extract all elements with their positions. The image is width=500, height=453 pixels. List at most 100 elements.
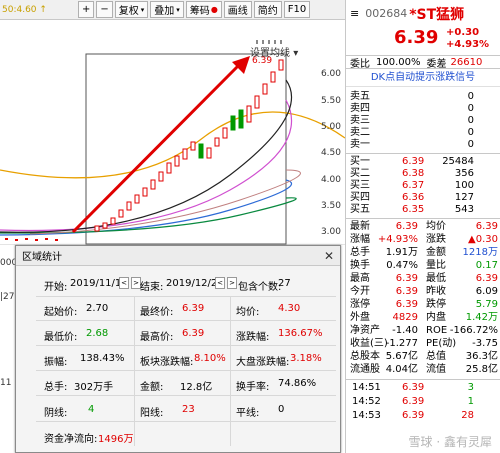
quote-label: 换手	[350, 260, 370, 271]
bottom-dashes	[5, 238, 58, 241]
quote-label: 均价	[426, 221, 446, 232]
buy-book: 买一 6.39 25484 买二 6.38 356 买三 6.37 100 买四 6.36 127 买五…	[346, 156, 500, 216]
stat-label: 最高价:	[140, 332, 174, 343]
quote-row: 涨停 6.39 跌停 5.79	[346, 299, 500, 312]
count-value: 27	[278, 278, 291, 289]
stat-label: 最低价:	[44, 332, 78, 343]
quote-value: 0.17	[475, 260, 498, 271]
chevron-left-icon[interactable]: <	[119, 277, 129, 289]
zoom-in-button[interactable]: +	[78, 1, 95, 18]
quote-value: 5.67亿	[385, 351, 418, 362]
count-label: 包含个数:	[238, 282, 282, 293]
tick-volume: 3	[467, 382, 474, 393]
chips-button[interactable]: 筹码 ●	[185, 1, 222, 18]
y-label-350: 3.50	[320, 201, 341, 211]
book-price: 6.38	[402, 168, 425, 179]
quote-label: 金额	[426, 247, 446, 258]
quote-label: 总手	[350, 247, 370, 258]
chevron-down-icon: ▾	[140, 5, 145, 14]
menu-icon[interactable]: ≡	[350, 7, 359, 20]
stat-label: 起始价:	[44, 307, 78, 318]
quote-label: ROE	[426, 325, 448, 336]
restore-right-button[interactable]: 复权 ▾	[114, 1, 149, 18]
quote-row: 换手 0.47% 量比 0.17	[346, 260, 500, 273]
quote-row: 外盘 4829 内盘 1.42万	[346, 312, 500, 325]
sell-book: 卖五 0 卖四 0 卖三 0 卖二 0 卖一 0	[346, 91, 500, 151]
order-book-row: 买四 6.36 127	[346, 192, 500, 204]
kline-chart[interactable]: 设置均线 ▾ 6.39 6.00 5.50 5.00 4.50 4.00 3.5…	[0, 20, 345, 245]
start-date-stepper[interactable]: < >	[117, 277, 141, 289]
stat-value: 12.8亿	[180, 382, 213, 393]
signal-banner[interactable]: DK点自动提示涨跌信号	[346, 71, 500, 87]
quote-value: 4829	[392, 312, 418, 323]
quote-label: 流通股	[350, 364, 380, 375]
stat-value: 6.39	[182, 328, 205, 339]
quote-value: 36.3亿	[465, 351, 498, 362]
ma-legend: 50:4.60 ↑	[2, 4, 47, 15]
book-volume: 25484	[442, 156, 474, 167]
chevron-down-icon: ▾	[293, 48, 299, 59]
y-label-600: 6.00	[320, 69, 341, 79]
order-ratio-row: 委比 100.00% 委差 26610	[346, 55, 500, 70]
tick-price: 6.39	[402, 382, 425, 393]
quote-value: 6.39	[395, 286, 418, 297]
order-book-row: 买二 6.38 356	[346, 168, 500, 180]
quote-value: ▲0.30	[468, 234, 498, 245]
stat-value: 2.70	[86, 303, 109, 314]
book-level-label: 买三	[350, 180, 370, 191]
book-volume: 100	[454, 180, 474, 191]
quote-label: 今开	[350, 286, 370, 297]
book-level-label: 买二	[350, 168, 370, 179]
quote-value: 4.04亿	[385, 364, 418, 375]
end-date-stepper[interactable]: < >	[213, 277, 237, 289]
quote-label: 涨跌	[426, 234, 446, 245]
end-label: 结束:	[140, 282, 164, 293]
book-volume: 356	[454, 168, 474, 179]
quote-row: 今开 6.39 昨收 6.09	[346, 286, 500, 299]
stat-value: 4	[88, 404, 95, 415]
overlay-button[interactable]: 叠加 ▾	[150, 1, 184, 18]
y-label-300: 3.00	[320, 227, 341, 237]
tick-row: 14:53 6.39 28	[346, 410, 500, 424]
start-label: 开始:	[44, 282, 68, 293]
tick-volume: 28	[461, 410, 474, 421]
close-icon[interactable]: ✕	[324, 249, 334, 263]
dialog-title: 区域统计	[22, 252, 62, 263]
stat-value: 138.43%	[80, 353, 125, 364]
quote-value: 6.39	[395, 221, 418, 232]
book-price: 6.39	[402, 156, 425, 167]
chevron-left-icon[interactable]: <	[215, 277, 225, 289]
order-book-row: 买三 6.37 100	[346, 180, 500, 192]
zoom-out-button[interactable]: −	[96, 1, 113, 18]
quote-label: 涨幅	[350, 234, 370, 245]
y-label-500: 5.00	[320, 122, 341, 132]
tick-list: 14:51 6.39 3 14:52 6.39 1 14:53 6.39 28	[346, 382, 500, 424]
stock-name: *ST猛狮	[409, 6, 465, 23]
order-book-row: 卖一 0	[346, 139, 500, 151]
trend-arrow-line	[71, 64, 240, 234]
book-level-label: 卖四	[350, 103, 370, 114]
draw-line-button[interactable]: 画线	[223, 1, 252, 18]
stat-label: 资金净流向:	[44, 434, 98, 445]
stat-label: 阴线:	[44, 408, 68, 419]
quote-label: 量比	[426, 260, 446, 271]
price-block: 6.39 +0.30 +4.93%	[346, 27, 500, 55]
quote-value: +4.93%	[377, 234, 418, 245]
book-volume: 0	[467, 103, 474, 114]
tick-time: 14:52	[352, 396, 381, 407]
quote-label: 收益(三)	[350, 338, 388, 349]
quote-value: 6.09	[475, 286, 498, 297]
stat-value: 136.67%	[278, 328, 323, 339]
green-candles	[198, 109, 244, 159]
stat-value: 23	[182, 404, 195, 415]
quote-panel: ≡ 002684 *ST猛狮 6.39 +0.30 +4.93% 委比 100.0…	[345, 0, 500, 453]
simple-button[interactable]: 简约	[253, 1, 282, 18]
f10-button[interactable]: F10	[283, 1, 311, 18]
quote-stats: 最新 6.39 均价 6.39 涨幅 +4.93% 涨跌 ▲0.30 总手 1.91万 金额 1218…	[346, 221, 500, 377]
dialog-titlebar[interactable]: 区域统计 ✕	[16, 246, 340, 266]
stat-value: 1496万	[98, 434, 134, 445]
chevron-right-icon[interactable]: >	[227, 277, 237, 289]
tick-time: 14:53	[352, 410, 381, 421]
quote-label: 内盘	[426, 312, 446, 323]
red-dot-icon: ●	[210, 5, 218, 14]
